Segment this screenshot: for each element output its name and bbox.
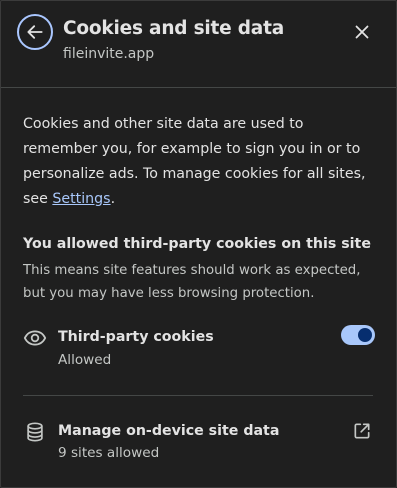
open-in-new-icon [352,421,372,441]
third-party-notice-body: This means site features should work as … [23,263,361,301]
header-divider [1,87,396,88]
description-end: . [110,191,116,207]
section-divider [23,395,373,396]
panel-header: Cookies and site data fileinvite.app [1,1,396,88]
cookies-site-data-panel: Cookies and site data fileinvite.app Coo… [0,0,397,488]
third-party-notice-title: You allowed third-party cookies on this … [23,236,371,252]
cookies-description: Cookies and other site data are used to … [23,112,379,212]
database-icon [23,420,47,444]
arrow-back-icon [25,22,45,42]
manage-site-data-button[interactable] [350,419,374,443]
third-party-cookies-status: Allowed [58,352,112,368]
close-button[interactable] [350,20,374,44]
panel-title: Cookies and site data [63,18,285,39]
sites-allowed-count: 9 sites allowed [58,445,160,461]
manage-site-data-label[interactable]: Manage on-device site data [58,423,279,439]
back-button[interactable] [17,14,53,50]
site-domain: fileinvite.app [63,46,155,62]
close-icon [355,25,369,39]
eye-icon [23,326,47,350]
settings-link[interactable]: Settings [52,191,110,207]
third-party-cookies-toggle[interactable] [341,325,375,345]
third-party-cookies-label: Third-party cookies [58,329,214,345]
toggle-knob [358,328,372,342]
